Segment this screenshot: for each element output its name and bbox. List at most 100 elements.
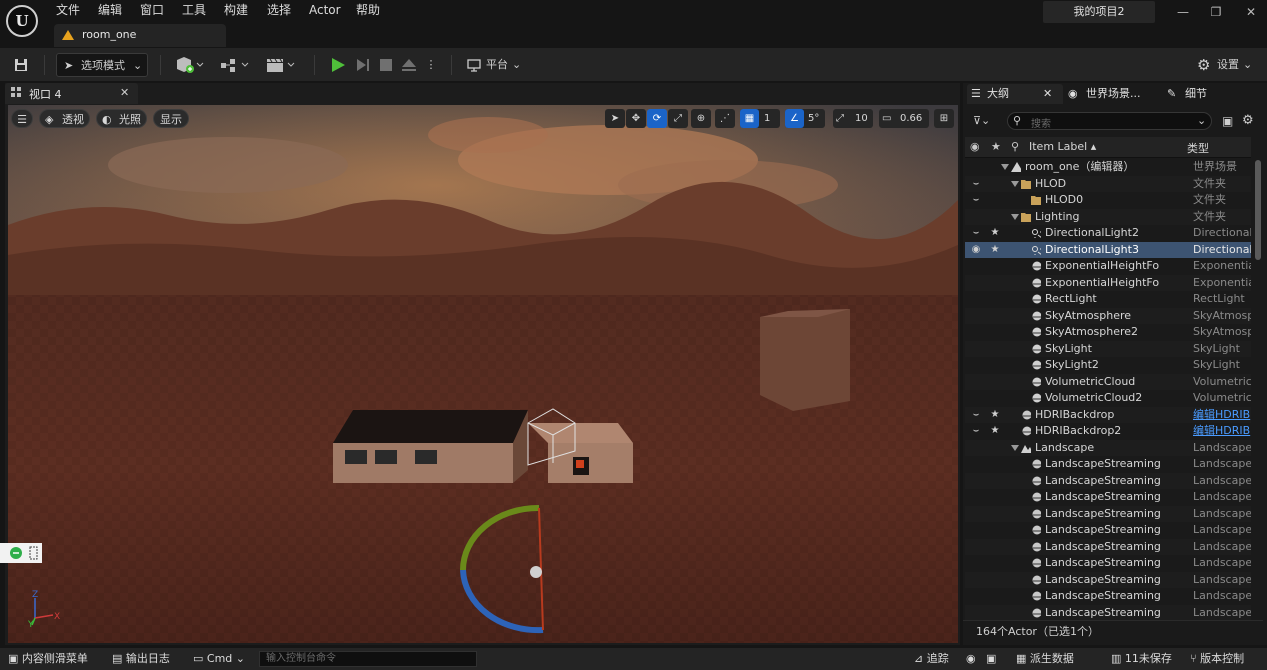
filter-button[interactable]: ⊽⌄ [973,112,1001,130]
outliner-row[interactable]: VolumetricCloud VolumetricC [965,373,1251,390]
add-actor-button[interactable] [173,53,207,77]
outliner-row[interactable]: ExponentialHeightFo Exponential [965,258,1251,274]
menu-file[interactable]: 文件 [56,0,80,20]
outliner-row[interactable]: LandscapeStreaming LandscapeS [965,604,1251,621]
mode-selector[interactable]: ➤ 选项模式 ⌄ [56,53,148,77]
outliner-row[interactable]: LandscapeStreaming LandscapeS [965,588,1251,604]
edit-hdri-link[interactable]: 编辑HDRIB [1193,407,1251,423]
outliner-row[interactable]: ⌣ HLOD 文件夹 [965,175,1251,192]
expand-arrow-icon[interactable] [1001,164,1009,170]
outliner-row[interactable]: LandscapeStreaming LandscapeS [965,538,1251,555]
unreal-logo-icon[interactable]: U [6,5,38,37]
show-button[interactable]: 显示 [153,109,189,128]
outliner-row[interactable]: LandscapeStreaming LandscapeS [965,489,1251,505]
visibility-eye-icon[interactable]: ⌣ [969,407,983,423]
scale-tool-button[interactable]: ⤢ [668,109,688,128]
advance-frame-button[interactable] [352,53,374,77]
menu-actor[interactable]: Actor [309,0,341,20]
viewport-layout-button[interactable]: ⊞ [934,109,954,128]
outliner-row[interactable]: SkyAtmosphere SkyAtmosp [965,307,1251,324]
outliner-row[interactable]: ⌣ HLOD0 文件夹 [965,192,1251,208]
outliner-row[interactable]: ExponentialHeightFo Exponential [965,274,1251,291]
close-window-button[interactable]: ✕ [1240,3,1262,21]
outliner-row[interactable]: ⌣ ★ HDRIBackdrop 编辑HDRIB [965,406,1251,423]
settings-button[interactable]: ⚙ 设置 ⌄ [1195,53,1257,77]
expand-arrow-icon[interactable] [1011,213,1019,220]
visibility-eye-icon[interactable]: ⌣ [969,176,983,192]
source-control-button[interactable]: ⑂ 版本控制 [1190,648,1244,670]
cinematics-button[interactable] [263,53,299,77]
platforms-button[interactable]: 平台 ⌄ [463,53,527,77]
pin-star-icon[interactable]: ★ [990,242,1000,258]
outliner-settings-button[interactable]: ⚙ [1242,112,1260,130]
record-button[interactable]: ◉ [966,648,976,670]
pin-star-icon[interactable]: ★ [990,423,1000,439]
camera-capture-button[interactable]: ▣ [986,648,996,670]
play-options-button[interactable]: ⋮ [423,53,439,77]
minimize-button[interactable]: — [1172,3,1194,21]
select-tool-button[interactable]: ➤ [605,109,625,128]
camera-speed-button[interactable]: ▭ 0.66 [879,109,929,128]
unsaved-button[interactable]: ▥ 11未保存 [1111,648,1172,670]
tab-outliner[interactable]: ☰ 大纲 ✕ [967,84,1063,104]
perspective-button[interactable]: ◈ 透视 [39,109,90,128]
menu-window[interactable]: 窗口 [140,0,164,20]
menu-help[interactable]: 帮助 [356,0,380,20]
world-space-button[interactable]: ⊕ [691,109,711,128]
pin-star-icon[interactable]: ★ [990,225,1000,241]
outliner-row[interactable]: RectLight RectLight [965,291,1251,307]
outliner-row[interactable]: Lighting 文件夹 [965,208,1251,225]
save-button[interactable] [8,53,34,77]
outliner-row[interactable]: LandscapeStreaming LandscapeS [965,456,1251,472]
derived-data-button[interactable]: ▦ 派生数据 [1016,648,1074,670]
trace-button[interactable]: ⊿ 追踪 [914,648,949,670]
outliner-row[interactable]: ⌣ ★ HDRIBackdrop2 编辑HDRIB [965,423,1251,439]
pin-star-icon[interactable]: ★ [990,407,1000,423]
outliner-row[interactable]: Landscape Landscape [965,439,1251,456]
tab-world-settings[interactable]: ◉ 世界场景... [1068,84,1164,104]
rotation-snap-button[interactable]: ∠ 5° [785,109,825,128]
outliner-row[interactable]: SkyAtmosphere2 SkyAtmosp [965,324,1251,340]
outliner-row[interactable]: LandscapeStreaming LandscapeS [965,555,1251,571]
scale-snap-button[interactable]: ⤢ 10 [833,109,873,128]
new-folder-button[interactable]: ▣ [1222,112,1240,130]
outliner-row[interactable]: SkyLight2 SkyLight [965,357,1251,373]
outliner-row[interactable]: SkyLight SkyLight [965,340,1251,357]
output-log-button[interactable]: ▤ 输出日志 [112,648,170,670]
grid-snap-button[interactable]: ▦ 1 [740,109,780,128]
menu-build[interactable]: 构建 [224,0,248,20]
blueprint-button[interactable] [218,53,252,77]
maximize-button[interactable]: ❐ [1205,3,1227,21]
console-command-input[interactable]: 输入控制台命令 [259,651,477,667]
viewport-options-button[interactable]: ☰ [11,109,33,128]
cmd-selector[interactable]: ▭ Cmd ⌄ [193,648,245,670]
menu-edit[interactable]: 编辑 [98,0,122,20]
outliner-row[interactable]: LandscapeStreaming LandscapeS [965,505,1251,522]
tab-details[interactable]: ✎ 细节 [1167,84,1227,104]
document-tab-room-one[interactable]: room_one [54,24,226,47]
stop-button[interactable] [375,53,397,77]
visibility-eye-icon[interactable]: ⌣ [969,423,983,439]
outliner-row[interactable]: ⌣ ★ DirectionalLight2 DirectionalL [965,225,1251,241]
outliner-row[interactable]: LandscapeStreaming LandscapeS [965,472,1251,489]
menu-tools[interactable]: 工具 [182,0,206,20]
lock-column-icon[interactable]: ⚲ [1011,140,1019,153]
outliner-row[interactable]: ◉ ★ DirectionalLight3 DirectionalL [965,241,1251,258]
translate-tool-button[interactable]: ✥ [626,109,646,128]
viewport-tab[interactable]: 视口 4 ✕ [5,83,138,104]
visibility-column-icon[interactable]: ◉ [970,140,980,153]
side-panel-stub[interactable] [0,543,42,563]
outliner-scrollbar[interactable] [1255,160,1261,260]
outliner-row[interactable]: room_one（编辑器） 世界场景 [965,159,1251,175]
visibility-eye-icon[interactable]: ◉ [969,242,983,258]
surface-snap-button[interactable]: ⋰ [715,109,735,128]
pin-column-icon[interactable]: ★ [991,140,1001,153]
outliner-row[interactable]: LandscapeStreaming LandscapeS [965,522,1251,538]
close-tab-icon[interactable]: ✕ [1043,84,1052,104]
expand-arrow-icon[interactable] [1011,180,1019,187]
expand-arrow-icon[interactable] [1011,444,1019,451]
outliner-row[interactable]: LandscapeStreaming LandscapeS [965,571,1251,588]
eject-button[interactable] [398,53,420,77]
play-button[interactable] [326,53,350,77]
item-label-column-header[interactable]: Item Label ▴ [1029,140,1096,153]
